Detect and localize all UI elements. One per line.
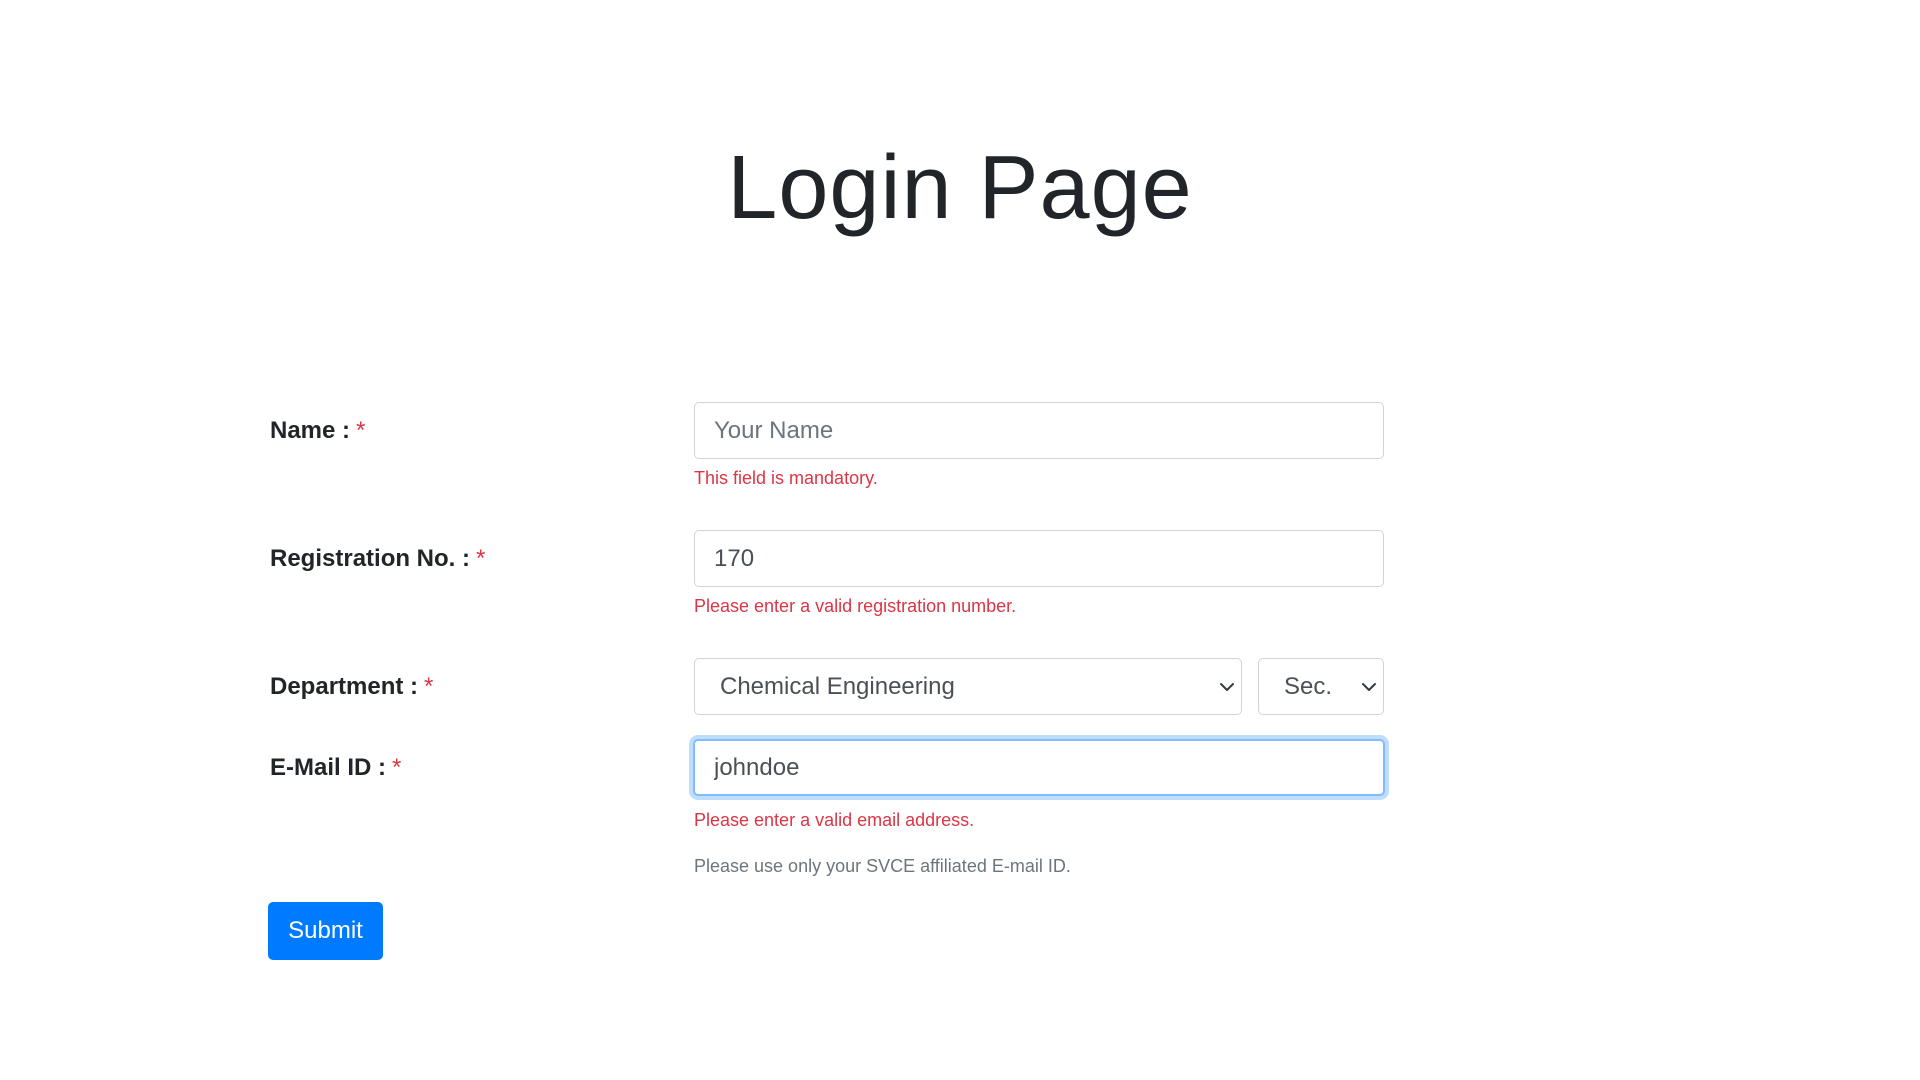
department-label-text: Department :	[270, 673, 419, 700]
registration-error: Please enter a valid registration number…	[694, 596, 1017, 616]
registration-label: Registration No. : *	[270, 544, 485, 574]
name-label-text: Name :	[270, 417, 351, 444]
chevron-down-icon	[1220, 683, 1234, 691]
department-select[interactable]: Chemical Engineering	[694, 658, 1242, 715]
page-title: Login Page	[727, 138, 1193, 238]
department-label: Department : *	[270, 672, 433, 702]
login-page: Login Page Name :* This field is mandato…	[0, 0, 1920, 1080]
required-marker: *	[356, 417, 366, 444]
name-error: This field is mandatory.	[694, 468, 878, 488]
required-marker: *	[424, 673, 434, 700]
registration-input[interactable]	[694, 530, 1384, 587]
name-input[interactable]	[694, 402, 1384, 459]
department-select-value: Chemical Engineering	[720, 673, 955, 700]
chevron-down-icon	[1362, 683, 1376, 691]
email-hint: Please use only your SVCE affiliated E-m…	[694, 856, 1071, 876]
email-label: E-Mail ID : *	[270, 753, 401, 783]
email-input[interactable]	[693, 739, 1385, 796]
submit-button[interactable]: Submit	[268, 902, 383, 960]
email-error: Please enter a valid email address.	[694, 810, 975, 830]
required-marker: *	[392, 754, 402, 781]
required-marker: *	[476, 545, 486, 572]
section-select[interactable]: Sec.	[1258, 658, 1384, 715]
section-select-value: Sec.	[1284, 673, 1333, 700]
name-label: Name : *	[270, 416, 365, 446]
email-label-text: E-Mail ID :	[270, 754, 387, 781]
registration-label-text: Registration No. :	[270, 545, 471, 572]
